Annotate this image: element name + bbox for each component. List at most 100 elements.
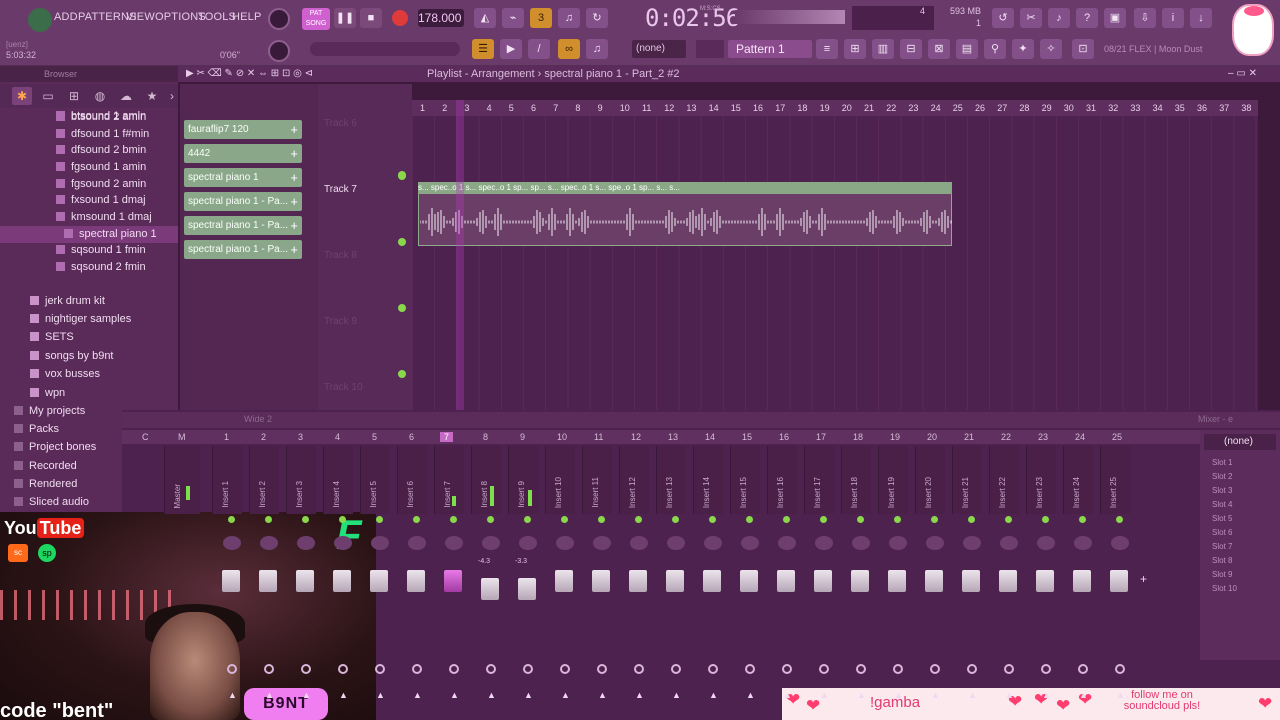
- add-clip-icon[interactable]: +: [290, 144, 298, 163]
- pattern-prev-icon[interactable]: [696, 40, 724, 58]
- tab-all-icon[interactable]: ✱: [12, 87, 32, 105]
- send-arrow-icon[interactable]: ▲: [783, 690, 792, 700]
- add-clip-icon[interactable]: +: [290, 168, 298, 187]
- mixer-insert-strip[interactable]: Insert 13: [656, 446, 686, 514]
- snap-select[interactable]: (none): [632, 40, 686, 58]
- record-button[interactable]: [392, 10, 408, 26]
- playlist-view-icon[interactable]: ☰: [472, 39, 494, 59]
- route-icon[interactable]: [745, 664, 755, 674]
- playlist-tools[interactable]: ▶ ✂ ⌫ ✎ ⊘ ✕ ⇔ ⊞ ⊡ ◎ ⊲: [186, 68, 313, 79]
- add-clip-icon[interactable]: +: [290, 192, 298, 211]
- effect-slot[interactable]: Slot 8: [1212, 556, 1232, 565]
- mixer-insert-strip[interactable]: Insert 3: [286, 446, 316, 514]
- channel-rack-icon[interactable]: ⊞: [844, 39, 866, 59]
- mixer-icon[interactable]: ≡: [816, 39, 838, 59]
- volume-fader[interactable]: [592, 570, 610, 592]
- volume-fader[interactable]: [777, 570, 795, 592]
- render-icon[interactable]: ⇩: [1134, 8, 1156, 28]
- pan-knob[interactable]: [445, 536, 463, 550]
- mixer-track-number[interactable]: 8: [483, 432, 488, 442]
- volume-fader[interactable]: [925, 570, 943, 592]
- send-arrow-icon[interactable]: ▲: [1042, 690, 1051, 700]
- playhead[interactable]: [456, 100, 464, 410]
- stop-button[interactable]: ■: [360, 8, 382, 28]
- mixer-track-number[interactable]: 21: [964, 432, 974, 442]
- mixer-insert-strip[interactable]: Insert 24: [1063, 446, 1093, 514]
- browser-item[interactable]: songs by b9nt: [0, 348, 178, 365]
- track-enable-icon[interactable]: [672, 516, 679, 523]
- browser-item[interactable]: Packs: [0, 421, 178, 438]
- pan-knob[interactable]: [1037, 536, 1055, 550]
- mixer-insert-strip[interactable]: Insert 19: [878, 446, 908, 514]
- menu-add[interactable]: ADD: [54, 11, 78, 23]
- mixer-insert-strip[interactable]: Insert 7: [434, 446, 464, 514]
- shop-icon[interactable]: ⊡: [1072, 39, 1094, 59]
- mixer-track-number[interactable]: 19: [890, 432, 900, 442]
- brush-icon[interactable]: /: [528, 39, 550, 59]
- mixer-insert-strip[interactable]: Insert 22: [989, 446, 1019, 514]
- mixer-track-number[interactable]: 9: [520, 432, 525, 442]
- pattern-selector[interactable]: Pattern 1: [728, 40, 812, 58]
- tab-folder-icon[interactable]: ▭: [38, 87, 58, 105]
- mixer-insert-strip[interactable]: Insert 8: [471, 446, 501, 514]
- route-icon[interactable]: [523, 664, 533, 674]
- track-enable-icon[interactable]: [857, 516, 864, 523]
- route-icon[interactable]: [634, 664, 644, 674]
- pan-knob[interactable]: [1000, 536, 1018, 550]
- send-arrow-icon[interactable]: ▲: [302, 690, 311, 700]
- volume-fader[interactable]: [999, 570, 1017, 592]
- mixer-insert-strip[interactable]: Insert 17: [804, 446, 834, 514]
- browser-item[interactable]: nightiger samples: [0, 311, 178, 328]
- send-arrow-icon[interactable]: ▲: [1116, 690, 1125, 700]
- window-controls[interactable]: – ▭ ✕: [1228, 68, 1257, 79]
- countdown-icon[interactable]: 3: [530, 8, 552, 28]
- menu-tools[interactable]: TOOLS: [198, 11, 236, 23]
- track-enable-icon[interactable]: [228, 516, 235, 523]
- track-enable-icon[interactable]: [894, 516, 901, 523]
- track-enable-icon[interactable]: [968, 516, 975, 523]
- mixer-insert-strip[interactable]: Insert 2: [249, 446, 279, 514]
- fl-logo-icon[interactable]: [28, 8, 52, 32]
- track-label[interactable]: Track 10: [324, 382, 363, 393]
- browser-item[interactable]: dfsound 1 f#min: [0, 126, 178, 143]
- pan-knob[interactable]: [297, 536, 315, 550]
- send-arrow-icon[interactable]: ▲: [746, 690, 755, 700]
- track-label[interactable]: Track 6: [324, 118, 357, 129]
- touch-icon[interactable]: ✧: [1040, 39, 1062, 59]
- pan-knob[interactable]: [1074, 536, 1092, 550]
- browser-item[interactable]: btsound 2 amin: [0, 109, 178, 126]
- project-icon[interactable]: ▤: [956, 39, 978, 59]
- mixer-track-number[interactable]: 25: [1112, 432, 1122, 442]
- track-enable-icon[interactable]: [635, 516, 642, 523]
- track-enable-icon[interactable]: [413, 516, 420, 523]
- volume-fader[interactable]: [555, 570, 573, 592]
- track-label[interactable]: Track 8: [324, 250, 357, 261]
- volume-fader[interactable]: [222, 570, 240, 592]
- effect-slot[interactable]: Slot 5: [1212, 514, 1232, 523]
- mixer-insert-strip[interactable]: Insert 21: [952, 446, 982, 514]
- download-icon[interactable]: ↓: [1190, 8, 1212, 28]
- plug-icon[interactable]: ⚲: [984, 39, 1006, 59]
- send-arrow-icon[interactable]: ▲: [635, 690, 644, 700]
- browser-item[interactable]: spectral piano 1: [0, 226, 178, 243]
- send-arrow-icon[interactable]: ▲: [820, 690, 829, 700]
- browser-item[interactable]: sqsound 2 fmin: [0, 259, 178, 276]
- track-enable-icon[interactable]: [524, 516, 531, 523]
- track-enable-icon[interactable]: [1116, 516, 1123, 523]
- cut-icon[interactable]: ✂: [1020, 8, 1042, 28]
- mixer-track-number[interactable]: 20: [927, 432, 937, 442]
- browser-item[interactable]: sqsound 1 fmin: [0, 242, 178, 259]
- pan-knob[interactable]: [593, 536, 611, 550]
- track-mute-icon[interactable]: [398, 171, 406, 179]
- volume-fader[interactable]: [666, 570, 684, 592]
- mixer-track-number[interactable]: 15: [742, 432, 752, 442]
- pan-knob[interactable]: [223, 536, 241, 550]
- tab-world-icon[interactable]: ◍: [90, 87, 110, 105]
- send-arrow-icon[interactable]: ▲: [487, 690, 496, 700]
- pan-knob[interactable]: [704, 536, 722, 550]
- send-arrow-icon[interactable]: ▲: [857, 690, 866, 700]
- route-icon[interactable]: [967, 664, 977, 674]
- volume-fader[interactable]: [444, 570, 462, 592]
- mixer-track-number[interactable]: 5: [372, 432, 377, 442]
- send-arrow-icon[interactable]: ▲: [672, 690, 681, 700]
